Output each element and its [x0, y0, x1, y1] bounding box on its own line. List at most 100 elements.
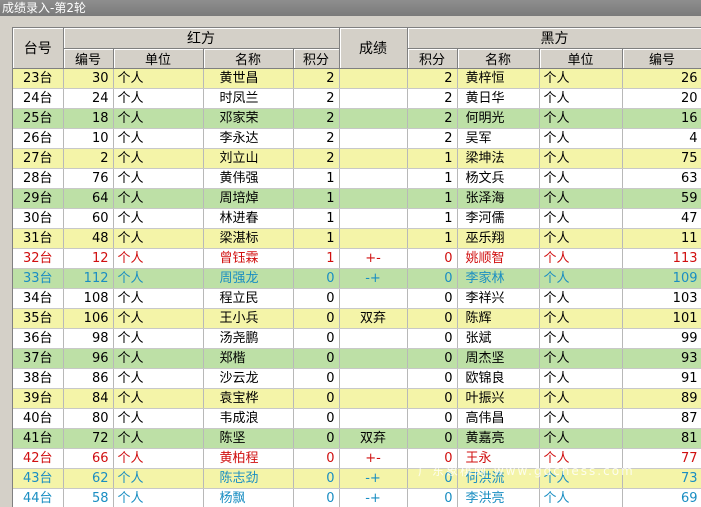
table-row[interactable]: 35台106个人王小兵0双弃0陈辉个人101	[13, 309, 701, 329]
result-cell[interactable]	[339, 109, 407, 129]
table-row[interactable]: 24台24个人时凤兰22黄日华个人20	[13, 89, 701, 109]
result-cell[interactable]	[339, 129, 407, 149]
table-row[interactable]: 28台76个人黄伟强11杨文兵个人63	[13, 169, 701, 189]
table-row[interactable]: 29台64个人周培焯11张泽海个人59	[13, 189, 701, 209]
black-score-cell: 0	[407, 469, 457, 489]
red-score-cell: 0	[293, 289, 339, 309]
result-cell[interactable]	[339, 369, 407, 389]
red-score-cell: 2	[293, 129, 339, 149]
table-row[interactable]: 40台80个人韦成浪00高伟昌个人87	[13, 409, 701, 429]
result-cell[interactable]: -+	[339, 489, 407, 507]
result-cell[interactable]	[339, 289, 407, 309]
result-cell[interactable]	[339, 169, 407, 189]
result-cell[interactable]	[339, 209, 407, 229]
black-name-cell: 张斌	[457, 329, 539, 349]
black-name-cell: 黄梓恒	[457, 69, 539, 89]
black-name-cell: 李洪亮	[457, 489, 539, 507]
result-cell[interactable]	[339, 229, 407, 249]
header-red-id[interactable]: 编号	[63, 49, 113, 69]
result-cell[interactable]	[339, 149, 407, 169]
black-name-cell: 吴军	[457, 129, 539, 149]
table-row[interactable]: 27台2个人刘立山21梁坤法个人75	[13, 149, 701, 169]
table-row[interactable]: 23台30个人黄世昌22黄梓恒个人26	[13, 69, 701, 89]
black-score-cell: 2	[407, 129, 457, 149]
black-id-cell: 75	[622, 149, 701, 169]
results-grid[interactable]: 台号 红方 成绩 黑方 编号 单位 名称 积分 积分 名称 单位 编号 23台3…	[12, 27, 701, 507]
table-row[interactable]: 30台60个人林进春11李河儒个人47	[13, 209, 701, 229]
result-cell[interactable]: +-	[339, 449, 407, 469]
table-row[interactable]: 32台12个人曾钰霖1+-0姚顺智个人113	[13, 249, 701, 269]
black-id-cell: 93	[622, 349, 701, 369]
result-cell[interactable]	[339, 329, 407, 349]
red-unit-cell: 个人	[113, 169, 203, 189]
header-red-unit[interactable]: 单位	[113, 49, 203, 69]
result-cell[interactable]: +-	[339, 249, 407, 269]
header-black-score[interactable]: 积分	[407, 49, 457, 69]
red-id-cell: 98	[63, 329, 113, 349]
window-title: 成绩录入-第2轮	[0, 0, 701, 16]
table-no-cell: 39台	[13, 389, 63, 409]
black-score-cell: 0	[407, 369, 457, 389]
result-cell[interactable]	[339, 389, 407, 409]
red-unit-cell: 个人	[113, 69, 203, 89]
result-cell[interactable]: 双弃	[339, 309, 407, 329]
result-cell[interactable]	[339, 409, 407, 429]
red-id-cell: 30	[63, 69, 113, 89]
table-row[interactable]: 42台66个人黄柏程0+-0王永个人77	[13, 449, 701, 469]
table-row[interactable]: 43台62个人陈志劲0-+0何洪流个人73	[13, 469, 701, 489]
result-cell[interactable]	[339, 189, 407, 209]
header-red-name[interactable]: 名称	[203, 49, 293, 69]
table-row[interactable]: 38台86个人沙云龙00欧锦良个人91	[13, 369, 701, 389]
red-name-cell: 汤尧鹏	[203, 329, 293, 349]
red-score-cell: 2	[293, 89, 339, 109]
red-score-cell: 2	[293, 149, 339, 169]
black-name-cell: 王永	[457, 449, 539, 469]
black-score-cell: 0	[407, 269, 457, 289]
table-no-cell: 27台	[13, 149, 63, 169]
table-row[interactable]: 26台10个人李永达22吴军个人4	[13, 129, 701, 149]
table-row[interactable]: 39台84个人袁宝桦00叶振兴个人89	[13, 389, 701, 409]
table-no-cell: 35台	[13, 309, 63, 329]
table-row[interactable]: 44台58个人杨飘0-+0李洪亮个人69	[13, 489, 701, 507]
table-row[interactable]: 25台18个人邓家荣22何明光个人16	[13, 109, 701, 129]
black-name-cell: 李家林	[457, 269, 539, 289]
header-black-id[interactable]: 编号	[622, 49, 701, 69]
black-unit-cell: 个人	[539, 489, 622, 507]
result-cell[interactable]	[339, 349, 407, 369]
red-score-cell: 0	[293, 349, 339, 369]
red-name-cell: 陈坚	[203, 429, 293, 449]
header-table-no[interactable]: 台号	[13, 28, 63, 69]
red-unit-cell: 个人	[113, 209, 203, 229]
table-row[interactable]: 36台98个人汤尧鹏00张斌个人99	[13, 329, 701, 349]
result-cell[interactable]: 双弃	[339, 429, 407, 449]
black-id-cell: 109	[622, 269, 701, 289]
red-name-cell: 刘立山	[203, 149, 293, 169]
table-row[interactable]: 34台108个人程立民00李祥兴个人103	[13, 289, 701, 309]
red-name-cell: 杨飘	[203, 489, 293, 507]
red-name-cell: 李永达	[203, 129, 293, 149]
result-cell[interactable]	[339, 89, 407, 109]
table-row[interactable]: 31台48个人梁湛标11巫乐翔个人11	[13, 229, 701, 249]
black-unit-cell: 个人	[539, 369, 622, 389]
table-row[interactable]: 41台72个人陈坚0双弃0黄嘉亮个人81	[13, 429, 701, 449]
red-name-cell: 沙云龙	[203, 369, 293, 389]
header-black-unit[interactable]: 单位	[539, 49, 622, 69]
black-name-cell: 何明光	[457, 109, 539, 129]
black-score-cell: 2	[407, 69, 457, 89]
result-cell[interactable]	[339, 69, 407, 89]
black-name-cell: 姚顺智	[457, 249, 539, 269]
header-black-name[interactable]: 名称	[457, 49, 539, 69]
table-row[interactable]: 37台96个人郑楷00周杰坚个人93	[13, 349, 701, 369]
result-cell[interactable]: -+	[339, 269, 407, 289]
header-result[interactable]: 成绩	[339, 28, 407, 69]
black-name-cell: 李祥兴	[457, 289, 539, 309]
red-unit-cell: 个人	[113, 429, 203, 449]
red-name-cell: 曾钰霖	[203, 249, 293, 269]
table-row[interactable]: 33台112个人周强龙0-+0李家林个人109	[13, 269, 701, 289]
black-score-cell: 0	[407, 289, 457, 309]
header-red-score[interactable]: 积分	[293, 49, 339, 69]
red-id-cell: 84	[63, 389, 113, 409]
table-no-cell: 34台	[13, 289, 63, 309]
result-cell[interactable]: -+	[339, 469, 407, 489]
black-score-cell: 0	[407, 249, 457, 269]
